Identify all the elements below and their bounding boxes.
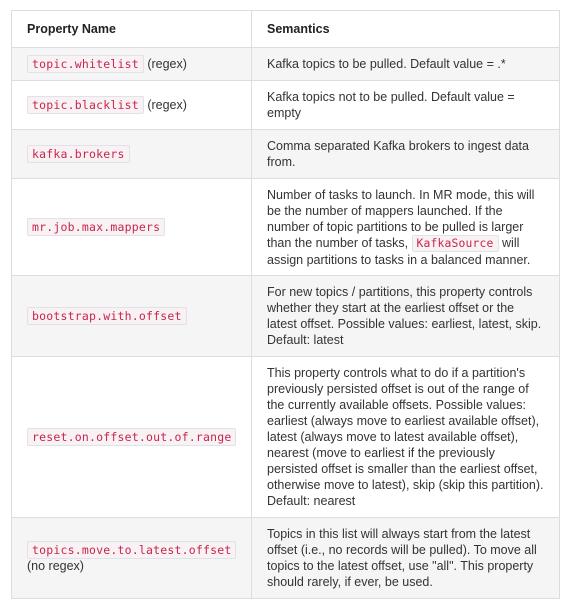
table-row: topics.move.to.latest.offset (no regex) T… bbox=[11, 517, 560, 599]
property-code: topic.whitelist bbox=[27, 55, 144, 73]
table-row: reset.on.offset.out.of.range This proper… bbox=[11, 356, 560, 518]
property-cell: mr.job.max.mappers bbox=[11, 178, 252, 276]
property-code: topic.blacklist bbox=[27, 96, 144, 114]
semantics-cell: Number of tasks to launch. In MR mode, t… bbox=[251, 178, 560, 276]
table-row: topic.blacklist (regex) Kafka topics not… bbox=[11, 80, 560, 130]
properties-table: Property Name Semantics topic.whitelist … bbox=[11, 10, 560, 599]
table-header-row: Property Name Semantics bbox=[11, 10, 560, 48]
header-property-name: Property Name bbox=[11, 10, 252, 48]
property-suffix: (regex) bbox=[143, 98, 187, 112]
property-code: kafka.brokers bbox=[27, 145, 130, 163]
semantics-cell: Kafka topics not to be pulled. Default v… bbox=[251, 80, 560, 130]
property-cell: bootstrap.with.offset bbox=[11, 275, 252, 357]
table-row: kafka.brokers Comma separated Kafka brok… bbox=[11, 129, 560, 179]
property-cell: kafka.brokers bbox=[11, 129, 252, 179]
header-semantics: Semantics bbox=[251, 10, 560, 48]
property-note: (no regex) bbox=[27, 559, 84, 573]
semantics-cell: Kafka topics to be pulled. Default value… bbox=[251, 47, 560, 81]
semantics-text: Comma separated Kafka brokers to ingest … bbox=[267, 139, 529, 169]
table-row: bootstrap.with.offset For new topics / p… bbox=[11, 275, 560, 357]
semantics-cell: Topics in this list will always start fr… bbox=[251, 517, 560, 599]
semantics-text: Kafka topics to be pulled. Default value… bbox=[267, 57, 506, 71]
property-suffix: (regex) bbox=[143, 57, 187, 71]
semantics-cell: This property controls what to do if a p… bbox=[251, 356, 560, 518]
property-code: topics.move.to.latest.offset bbox=[27, 541, 237, 559]
semantics-text: Topics in this list will always start fr… bbox=[267, 527, 537, 589]
semantics-cell: For new topics / partitions, this proper… bbox=[251, 275, 560, 357]
property-code: reset.on.offset.out.of.range bbox=[27, 428, 237, 446]
property-cell: reset.on.offset.out.of.range bbox=[11, 356, 252, 518]
property-code: mr.job.max.mappers bbox=[27, 218, 166, 236]
table-row: topic.whitelist (regex) Kafka topics to … bbox=[11, 47, 560, 81]
semantics-text: Kafka topics not to be pulled. Default v… bbox=[267, 90, 515, 120]
table-row: mr.job.max.mappers Number of tasks to la… bbox=[11, 178, 560, 276]
property-code: bootstrap.with.offset bbox=[27, 307, 187, 325]
semantics-cell: Comma separated Kafka brokers to ingest … bbox=[251, 129, 560, 179]
semantics-text: For new topics / partitions, this proper… bbox=[267, 285, 542, 347]
property-cell: topics.move.to.latest.offset (no regex) bbox=[11, 517, 252, 599]
property-cell: topic.whitelist (regex) bbox=[11, 47, 252, 81]
semantics-code: KafkaSource bbox=[411, 234, 499, 252]
property-cell: topic.blacklist (regex) bbox=[11, 80, 252, 130]
properties-table-container: Property Name Semantics topic.whitelist … bbox=[11, 10, 560, 599]
semantics-text: This property controls what to do if a p… bbox=[267, 366, 544, 508]
